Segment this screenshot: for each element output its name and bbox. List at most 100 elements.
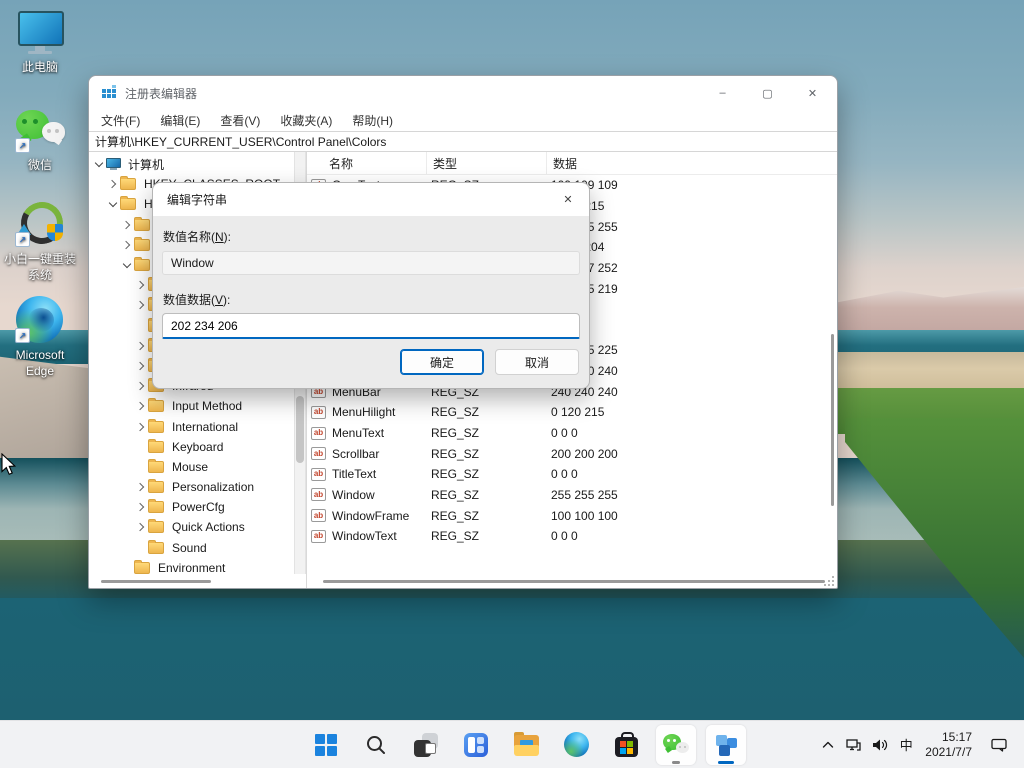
desktop-icon-wechat[interactable]: ↗ 微信 <box>2 106 78 173</box>
value-data: 109 109 109 <box>551 178 837 192</box>
widgets-button[interactable] <box>456 725 496 765</box>
shortcut-arrow-icon: ↗ <box>15 138 30 153</box>
ime-indicator[interactable]: 中 <box>893 730 919 760</box>
folder-icon <box>148 400 164 412</box>
value-row[interactable]: ScrollbarREG_SZ200 200 200 <box>307 443 837 464</box>
tree-item-label: PowerCfg <box>169 499 228 515</box>
wechat-taskbar-button[interactable] <box>656 725 696 765</box>
folder-icon <box>134 562 150 574</box>
tree-item[interactable]: PowerCfg <box>89 497 294 517</box>
active-indicator <box>718 761 734 764</box>
value-name: Window <box>332 488 431 502</box>
volume-button[interactable] <box>867 730 893 760</box>
chevron-right-icon[interactable] <box>120 242 133 248</box>
tree-item[interactable]: Mouse <box>89 457 294 477</box>
chevron-right-icon[interactable] <box>106 181 119 187</box>
tree-item[interactable]: Quick Actions <box>89 517 294 537</box>
title-bar[interactable]: 注册表编辑器 – ▢ ✕ <box>89 76 837 110</box>
ok-button[interactable]: 确定 <box>400 349 484 375</box>
task-view-button[interactable] <box>406 725 446 765</box>
tree-item[interactable]: Personalization <box>89 477 294 497</box>
icon-label-line2: Edge <box>26 363 54 379</box>
chevron-right-icon[interactable] <box>120 222 133 228</box>
value-row[interactable]: WindowFrameREG_SZ100 100 100 <box>307 505 837 526</box>
value-name: MenuText <box>332 426 431 440</box>
desktop-icon-this-pc[interactable]: 此电脑 <box>2 8 78 75</box>
address-input[interactable] <box>89 132 837 151</box>
value-type: REG_SZ <box>431 529 551 543</box>
column-header-type[interactable]: 类型 <box>427 152 547 174</box>
desktop-icon-edge[interactable]: ↗ Microsoft Edge <box>2 296 78 379</box>
cancel-button[interactable]: 取消 <box>495 349 579 375</box>
tree-item[interactable]: Keyboard <box>89 437 294 457</box>
menu-view[interactable]: 查看(V) <box>210 112 270 129</box>
tree-item[interactable]: Sound <box>89 538 294 558</box>
clock-date: 2021/7/7 <box>925 745 972 760</box>
this-pc-icon <box>14 8 66 56</box>
list-horizontal-scrollbar[interactable] <box>323 580 825 583</box>
chevron-right-icon[interactable] <box>134 424 147 430</box>
notification-center-button[interactable] <box>986 730 1012 760</box>
chevron-right-icon[interactable] <box>134 383 147 389</box>
value-data: 100 100 100 <box>551 509 837 523</box>
shortcut-arrow-icon: ↗ <box>15 328 30 343</box>
value-row[interactable]: WindowREG_SZ255 255 255 <box>307 485 837 506</box>
value-name-field[interactable] <box>162 251 580 275</box>
reg-sz-string-icon <box>311 488 326 501</box>
chevron-right-icon[interactable] <box>134 484 147 490</box>
minimize-button[interactable]: – <box>700 76 745 110</box>
taskbar-clock[interactable]: 15:17 2021/7/7 <box>925 730 972 760</box>
start-button[interactable] <box>306 725 346 765</box>
list-header: 名称 类型 数据 <box>307 152 837 175</box>
dialog-close-icon[interactable]: ✕ <box>547 183 589 216</box>
value-data-field[interactable] <box>162 313 580 339</box>
chevron-right-icon[interactable] <box>134 504 147 510</box>
chevron-right-icon[interactable] <box>134 282 147 288</box>
chevron-right-icon[interactable] <box>134 403 147 409</box>
menu-file[interactable]: 文件(F) <box>101 112 150 129</box>
window-title: 注册表编辑器 <box>125 85 197 102</box>
column-header-data[interactable]: 数据 <box>547 152 837 174</box>
value-row[interactable]: MenuHilightREG_SZ0 120 215 <box>307 402 837 423</box>
folder-icon <box>134 239 150 251</box>
close-button[interactable]: ✕ <box>790 76 835 110</box>
chevron-right-icon[interactable] <box>134 363 147 369</box>
tree-item[interactable]: International <box>89 416 294 436</box>
list-vertical-scrollbar[interactable] <box>831 334 834 506</box>
dialog-title-bar[interactable]: 编辑字符串 ✕ <box>153 183 589 216</box>
desktop-icon-xiaobai-reinstall[interactable]: ↗ 小白一键重装 系统 <box>2 200 78 283</box>
chevron-right-icon[interactable] <box>134 524 147 530</box>
value-row[interactable]: TitleTextREG_SZ0 0 0 <box>307 464 837 485</box>
tree-item-label: Mouse <box>169 459 211 475</box>
edge-button[interactable] <box>556 725 596 765</box>
folder-icon <box>148 521 164 533</box>
maximize-button[interactable]: ▢ <box>745 76 790 110</box>
network-button[interactable] <box>841 730 867 760</box>
menu-favorites[interactable]: 收藏夹(A) <box>270 112 342 129</box>
tray-overflow-button[interactable] <box>815 730 841 760</box>
search-button[interactable] <box>356 725 396 765</box>
tree-item[interactable]: Input Method <box>89 396 294 416</box>
menu-help[interactable]: 帮助(H) <box>342 112 403 129</box>
chevron-right-icon[interactable] <box>134 302 147 308</box>
folder-icon <box>120 198 136 210</box>
tree-horizontal-scrollbar[interactable] <box>101 580 211 583</box>
tree-item[interactable]: 计算机 <box>89 154 294 174</box>
chevron-down-icon[interactable] <box>120 261 133 269</box>
tree-item[interactable]: Environment <box>89 558 294 574</box>
tree-item-label: International <box>169 419 241 435</box>
microsoft-store-button[interactable] <box>606 725 646 765</box>
chevron-right-icon[interactable] <box>134 343 147 349</box>
regedit-taskbar-button[interactable] <box>706 725 746 765</box>
value-row[interactable]: WindowTextREG_SZ0 0 0 <box>307 526 837 547</box>
menu-edit[interactable]: 编辑(E) <box>150 112 210 129</box>
tree-scrollbar-thumb[interactable] <box>296 396 304 463</box>
column-header-name[interactable]: 名称 <box>307 152 427 174</box>
taskbar-center-icons <box>306 721 746 768</box>
window-resize-grip[interactable] <box>824 576 834 586</box>
file-explorer-button[interactable] <box>506 725 546 765</box>
value-data: 255 255 225 <box>551 343 837 357</box>
value-row[interactable]: MenuTextREG_SZ0 0 0 <box>307 423 837 444</box>
chevron-down-icon[interactable] <box>106 200 119 208</box>
chevron-down-icon[interactable] <box>92 160 105 168</box>
